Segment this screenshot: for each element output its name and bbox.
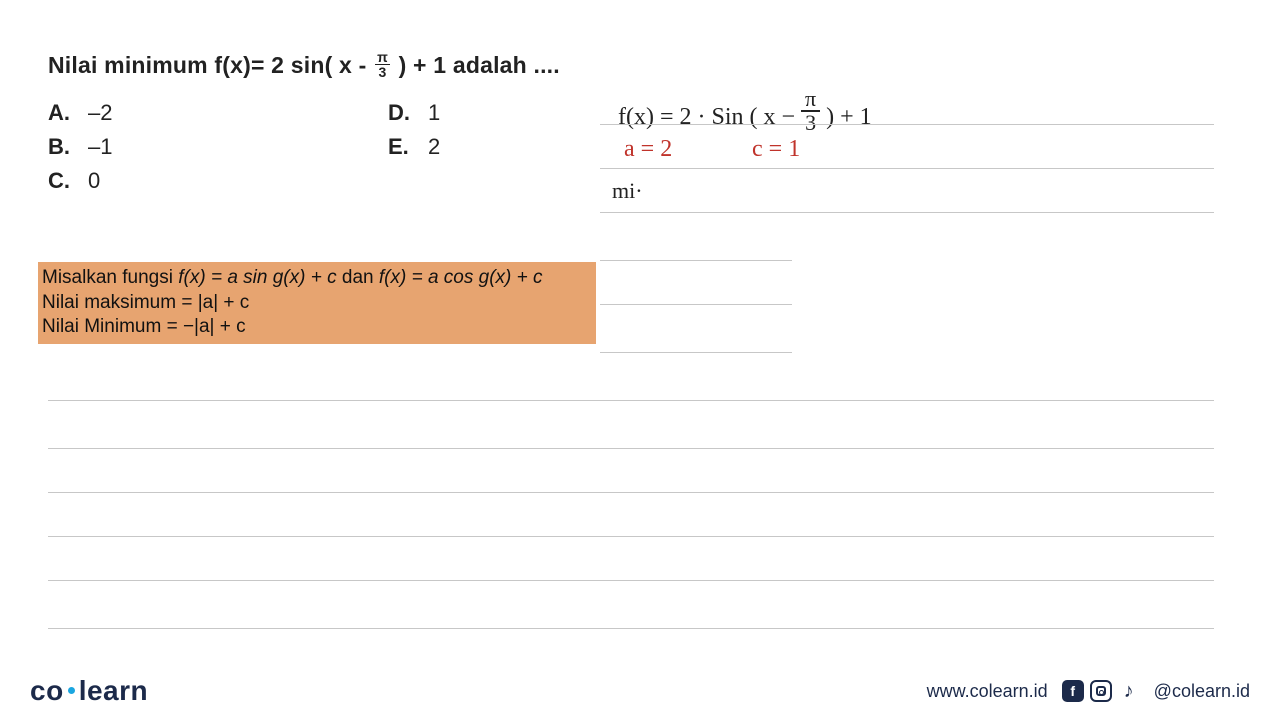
rule-line (48, 492, 1214, 493)
option-d-letter: D. (388, 100, 422, 126)
formula-line3: Nilai Minimum = −|a| + c (42, 315, 592, 340)
logo-learn: learn (79, 675, 148, 706)
facebook-icon[interactable]: f (1062, 680, 1084, 702)
formula-line1a: Misalkan fungsi (42, 267, 178, 288)
hand-eq-prefix: f(x) = 2 · Sin ( x − (618, 104, 801, 130)
rule-line (48, 400, 1214, 401)
option-a[interactable]: A. –2 (48, 100, 388, 126)
question-fraction: π3 (375, 50, 390, 79)
hand-a-value: a = 2 (624, 136, 672, 163)
rule-line (600, 352, 792, 353)
option-b[interactable]: B. –1 (48, 134, 388, 160)
question-suffix: ) + 1 adalah .... (392, 52, 560, 78)
footer-url[interactable]: www.colearn.id (927, 681, 1048, 702)
social-handle[interactable]: @colearn.id (1154, 681, 1250, 702)
option-e-letter: E. (388, 134, 422, 160)
rule-line (600, 260, 792, 261)
option-d-value: 1 (428, 100, 440, 126)
option-e-value: 2 (428, 134, 440, 160)
rule-line (48, 580, 1214, 581)
hand-c-value: c = 1 (752, 136, 800, 163)
option-a-value: –2 (88, 100, 112, 126)
question-title: Nilai minimum f(x)= 2 sin( x - π3 ) + 1 … (48, 50, 560, 79)
logo: colearn (30, 675, 148, 707)
rule-line (600, 168, 1214, 169)
hand-equation: f(x) = 2 · Sin ( x − π3 ) + 1 (618, 88, 872, 134)
formula-line1c: dan (337, 267, 379, 288)
question-prefix: Nilai minimum f(x)= 2 sin( x - (48, 52, 373, 78)
logo-co: co (30, 675, 64, 706)
option-c-letter: C. (48, 168, 82, 194)
rule-line (600, 304, 792, 305)
rule-line (48, 536, 1214, 537)
option-b-letter: B. (48, 134, 82, 160)
option-c[interactable]: C. 0 (48, 168, 388, 194)
rule-line (600, 124, 1214, 125)
hand-eq-fraction: π3 (801, 88, 820, 134)
answer-options: A. –2 D. 1 B. –1 E. 2 C. 0 (48, 96, 608, 198)
formula-line2: Nilai maksimum = |a| + c (42, 291, 592, 316)
option-d[interactable]: D. 1 (388, 100, 608, 126)
logo-dot-icon (68, 687, 75, 694)
hand-mi: mi· (612, 178, 643, 204)
social-icons: f ♪ (1062, 680, 1140, 702)
footer: colearn www.colearn.id f ♪ @colearn.id (0, 662, 1280, 720)
option-e[interactable]: E. 2 (388, 134, 608, 160)
instagram-icon[interactable] (1090, 680, 1112, 702)
formula-box: Misalkan fungsi f(x) = a sin g(x) + c da… (38, 262, 596, 344)
rule-line (600, 212, 1214, 213)
rule-line (48, 448, 1214, 449)
formula-line1d: f(x) = a cos g(x) + c (379, 267, 543, 288)
option-b-value: –1 (88, 134, 112, 160)
tiktok-icon[interactable]: ♪ (1118, 680, 1140, 702)
hand-eq-suffix: ) + 1 (820, 104, 872, 130)
option-c-value: 0 (88, 168, 100, 194)
rule-line (48, 628, 1214, 629)
option-a-letter: A. (48, 100, 82, 126)
formula-line1b: f(x) = a sin g(x) + c (178, 267, 336, 288)
